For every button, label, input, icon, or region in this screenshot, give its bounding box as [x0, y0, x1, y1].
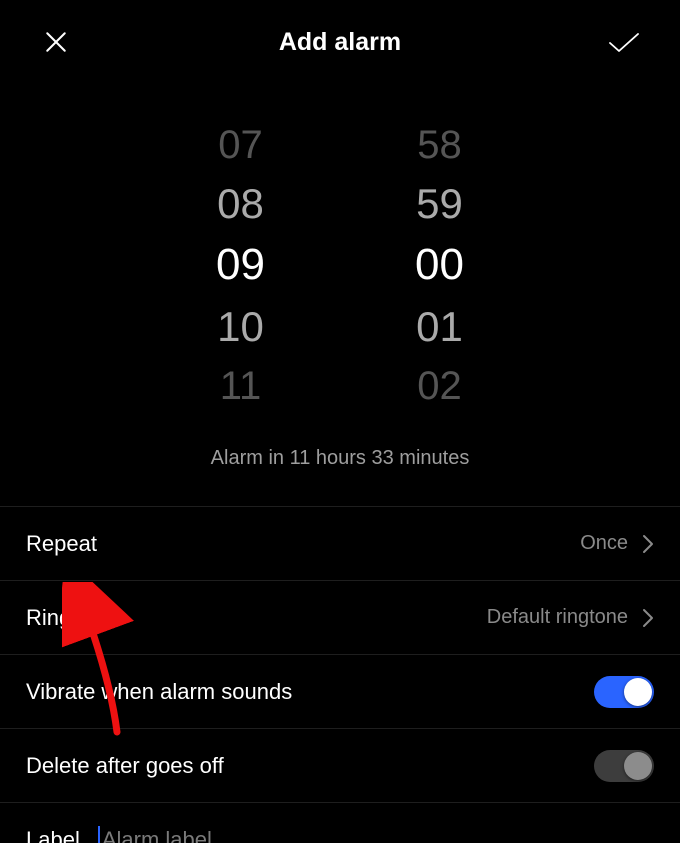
page-title: Add alarm — [76, 28, 604, 57]
ringtone-label: Ringtone — [26, 605, 114, 631]
hour-option[interactable]: 07 — [218, 122, 263, 168]
delete-after-toggle[interactable] — [594, 750, 654, 782]
ringtone-row[interactable]: Ringtone Default ringtone — [0, 581, 680, 655]
vibrate-label: Vibrate when alarm sounds — [26, 679, 292, 705]
delete-after-row: Delete after goes off — [0, 729, 680, 803]
minute-option[interactable]: 01 — [416, 303, 463, 351]
hour-option[interactable]: 10 — [217, 303, 264, 351]
close-icon[interactable] — [36, 22, 76, 62]
time-picker: 07 08 09 10 11 58 59 00 01 02 — [0, 122, 680, 409]
settings-list: Repeat Once Ringtone Default ringtone Vi… — [0, 506, 680, 843]
vibrate-row: Vibrate when alarm sounds — [0, 655, 680, 729]
minute-option[interactable]: 58 — [417, 122, 462, 168]
confirm-icon[interactable] — [604, 22, 644, 62]
ringtone-value-wrap: Default ringtone — [487, 606, 654, 629]
minute-option[interactable]: 59 — [416, 180, 463, 228]
header-bar: Add alarm — [0, 0, 680, 72]
repeat-row[interactable]: Repeat Once — [0, 507, 680, 581]
repeat-label: Repeat — [26, 531, 97, 557]
chevron-right-icon — [642, 534, 654, 554]
hour-option[interactable]: 08 — [217, 180, 264, 228]
minute-selected[interactable]: 00 — [415, 240, 464, 291]
chevron-right-icon — [642, 608, 654, 628]
alarm-label-input[interactable] — [98, 826, 518, 843]
ringtone-value: Default ringtone — [487, 606, 628, 629]
repeat-value-wrap: Once — [580, 532, 654, 555]
label-row: Label — [0, 803, 680, 843]
hour-option[interactable]: 11 — [220, 363, 262, 409]
repeat-value: Once — [580, 532, 628, 555]
vibrate-toggle[interactable] — [594, 676, 654, 708]
label-title: Label — [26, 827, 80, 843]
hour-selected[interactable]: 09 — [216, 240, 265, 291]
hour-wheel[interactable]: 07 08 09 10 11 — [216, 122, 265, 409]
delete-after-label: Delete after goes off — [26, 753, 224, 779]
minute-option[interactable]: 02 — [417, 363, 462, 409]
minute-wheel[interactable]: 58 59 00 01 02 — [415, 122, 464, 409]
alarm-countdown: Alarm in 11 hours 33 minutes — [0, 447, 680, 470]
